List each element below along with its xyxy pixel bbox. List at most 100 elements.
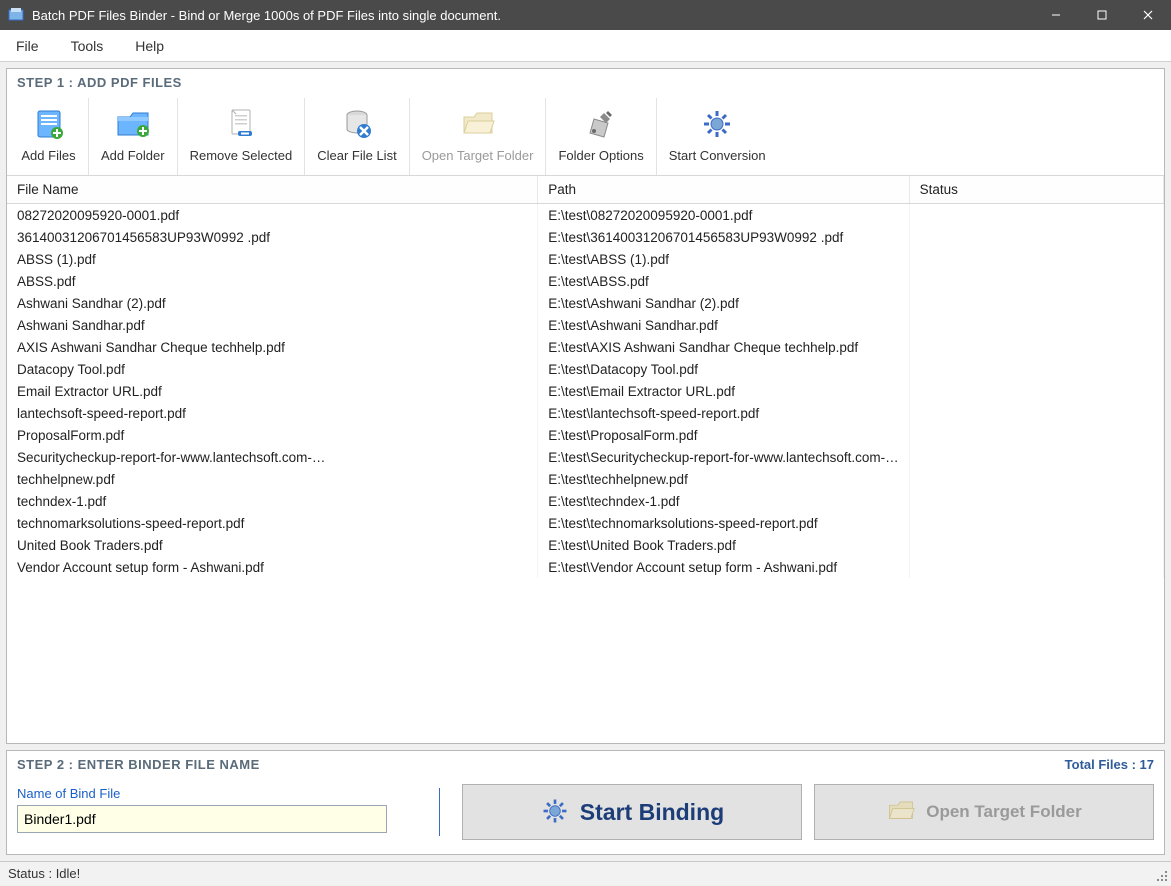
add-files-button[interactable]: Add Files [9,98,89,175]
cell-path: E:\test\AXIS Ashwani Sandhar Cheque tech… [538,336,909,358]
table-row[interactable]: ProposalForm.pdfE:\test\ProposalForm.pdf [7,424,1164,446]
resize-grip[interactable] [1155,869,1169,883]
step1-title: STEP 1 : ADD PDF FILES [7,69,1164,98]
titlebar: Batch PDF Files Binder - Bind or Merge 1… [0,0,1171,30]
cell-path: E:\test\Ashwani Sandhar.pdf [538,314,909,336]
open-target-folder-button[interactable]: Open Target Folder [410,98,547,175]
maximize-button[interactable] [1079,0,1125,30]
cell-path: E:\test\technomarksolutions-speed-report… [538,512,909,534]
cell-filename: Email Extractor URL.pdf [7,380,538,402]
header-path[interactable]: Path [538,176,909,204]
add-folder-label: Add Folder [101,148,165,163]
cell-status [909,380,1163,402]
maximize-icon [1096,9,1108,21]
open-target-folder-big-label: Open Target Folder [926,802,1082,822]
clear-file-list-label: Clear File List [317,148,396,163]
add-folder-icon [113,104,153,144]
cell-filename: lantechsoft-speed-report.pdf [7,402,538,424]
cell-filename: techhelpnew.pdf [7,468,538,490]
cell-path: E:\test\36140031206701456583UP93W0992 .p… [538,226,909,248]
cell-path: E:\test\lantechsoft-speed-report.pdf [538,402,909,424]
cell-status [909,534,1163,556]
cell-status [909,226,1163,248]
table-row[interactable]: ABSS.pdfE:\test\ABSS.pdf [7,270,1164,292]
cell-status [909,292,1163,314]
cell-filename: AXIS Ashwani Sandhar Cheque techhelp.pdf [7,336,538,358]
close-button[interactable] [1125,0,1171,30]
cell-status [909,512,1163,534]
cell-filename: 08272020095920-0001.pdf [7,204,538,227]
cell-filename: 36140031206701456583UP93W0992 .pdf [7,226,538,248]
step2-title: STEP 2 : ENTER BINDER FILE NAME [17,757,260,772]
table-row[interactable]: ABSS (1).pdfE:\test\ABSS (1).pdf [7,248,1164,270]
menu-tools[interactable]: Tools [67,34,108,58]
table-row[interactable]: United Book Traders.pdfE:\test\United Bo… [7,534,1164,556]
cell-path: E:\test\techndex-1.pdf [538,490,909,512]
cell-filename: Securitycheckup-report-for-www.lantechso… [7,446,538,468]
table-row[interactable]: Ashwani Sandhar.pdfE:\test\Ashwani Sandh… [7,314,1164,336]
status-text: Status : Idle! [8,866,80,881]
folder-options-button[interactable]: Folder Options [546,98,656,175]
open-folder-icon [886,797,916,828]
start-conversion-button[interactable]: Start Conversion [657,98,778,175]
step1-panel: STEP 1 : ADD PDF FILES Add Files Add Fol… [6,68,1165,744]
cell-filename: Ashwani Sandhar.pdf [7,314,538,336]
cell-filename: ABSS (1).pdf [7,248,538,270]
cell-path: E:\test\ABSS.pdf [538,270,909,292]
app-icon [8,7,24,23]
header-status[interactable]: Status [909,176,1163,204]
cell-status [909,490,1163,512]
cell-path: E:\test\techhelpnew.pdf [538,468,909,490]
table-row[interactable]: Securitycheckup-report-for-www.lantechso… [7,446,1164,468]
vertical-separator [439,788,440,836]
cell-status [909,424,1163,446]
grid-header-row: File Name Path Status [7,176,1164,204]
clear-file-list-icon [337,104,377,144]
cell-filename: ABSS.pdf [7,270,538,292]
cell-path: E:\test\United Book Traders.pdf [538,534,909,556]
cell-path: E:\test\ProposalForm.pdf [538,424,909,446]
cell-status [909,358,1163,380]
start-conversion-label: Start Conversion [669,148,766,163]
file-grid[interactable]: File Name Path Status 08272020095920-000… [7,176,1164,743]
minimize-button[interactable] [1033,0,1079,30]
step2-panel: STEP 2 : ENTER BINDER FILE NAME Total Fi… [6,750,1165,855]
toolbar: Add Files Add Folder Remove Selected Cle… [7,98,1164,176]
close-icon [1142,9,1154,21]
table-row[interactable]: technomarksolutions-speed-report.pdfE:\t… [7,512,1164,534]
cell-status [909,402,1163,424]
menu-help[interactable]: Help [131,34,168,58]
table-row[interactable]: lantechsoft-speed-report.pdfE:\test\lant… [7,402,1164,424]
table-row[interactable]: Datacopy Tool.pdfE:\test\Datacopy Tool.p… [7,358,1164,380]
window-controls [1033,0,1171,30]
cell-path: E:\test\Datacopy Tool.pdf [538,358,909,380]
table-row[interactable]: 08272020095920-0001.pdfE:\test\082720200… [7,204,1164,227]
cell-path: E:\test\Vendor Account setup form - Ashw… [538,556,909,578]
open-target-folder-big-button[interactable]: Open Target Folder [814,784,1154,840]
cell-status [909,248,1163,270]
start-binding-label: Start Binding [580,799,724,826]
add-folder-button[interactable]: Add Folder [89,98,178,175]
table-row[interactable]: Email Extractor URL.pdfE:\test\Email Ext… [7,380,1164,402]
cell-status [909,314,1163,336]
cell-filename: Datacopy Tool.pdf [7,358,538,380]
menubar: File Tools Help [0,30,1171,62]
table-row[interactable]: Vendor Account setup form - Ashwani.pdfE… [7,556,1164,578]
header-filename[interactable]: File Name [7,176,538,204]
table-row[interactable]: AXIS Ashwani Sandhar Cheque techhelp.pdf… [7,336,1164,358]
table-row[interactable]: techndex-1.pdfE:\test\techndex-1.pdf [7,490,1164,512]
table-row[interactable]: 36140031206701456583UP93W0992 .pdfE:\tes… [7,226,1164,248]
clear-file-list-button[interactable]: Clear File List [305,98,409,175]
cell-path: E:\test\08272020095920-0001.pdf [538,204,909,227]
total-files-label: Total Files : 17 [1065,757,1154,772]
menu-file[interactable]: File [12,34,43,58]
bind-name-input[interactable] [17,805,387,833]
table-row[interactable]: Ashwani Sandhar (2).pdfE:\test\Ashwani S… [7,292,1164,314]
cell-status [909,204,1163,227]
cell-filename: United Book Traders.pdf [7,534,538,556]
gear-icon [540,796,570,829]
table-row[interactable]: techhelpnew.pdfE:\test\techhelpnew.pdf [7,468,1164,490]
start-binding-button[interactable]: Start Binding [462,784,802,840]
remove-selected-button[interactable]: Remove Selected [178,98,306,175]
folder-options-label: Folder Options [558,148,643,163]
